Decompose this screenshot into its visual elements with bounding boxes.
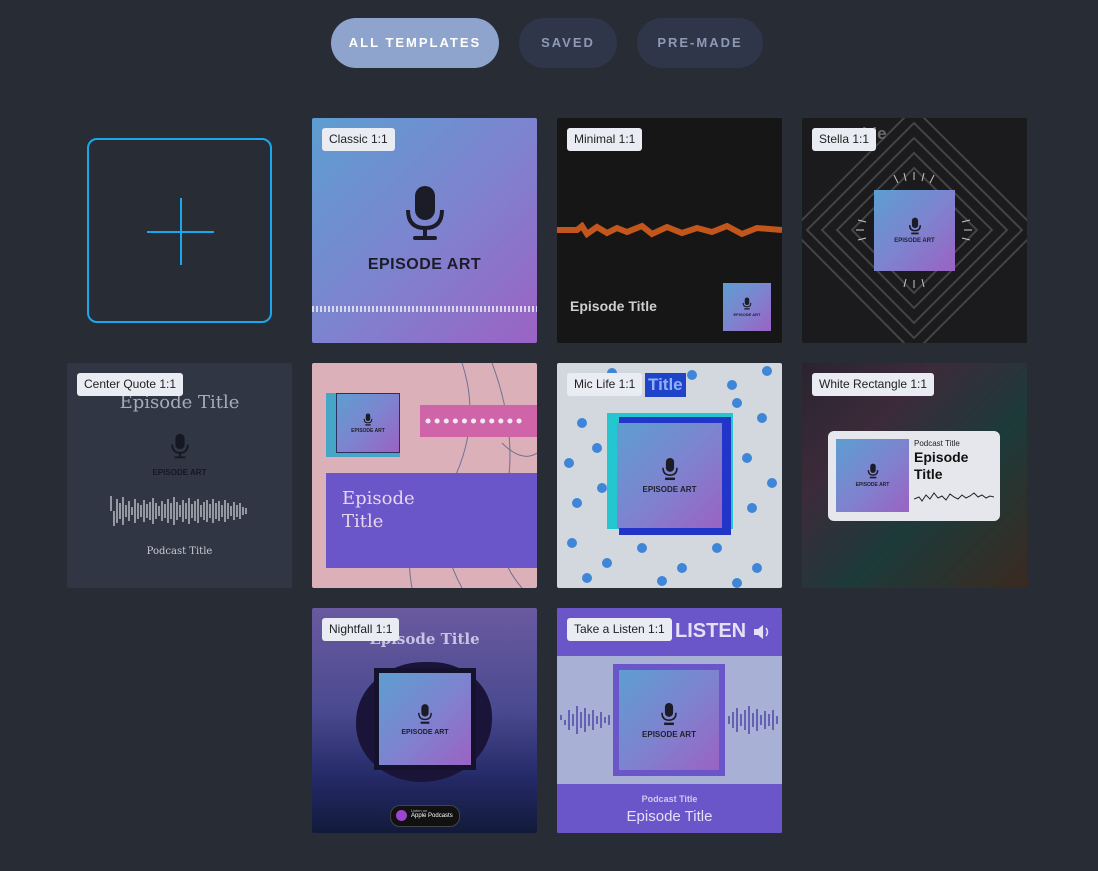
tab-saved[interactable]: SAVED bbox=[519, 18, 617, 68]
episode-title: Episode Title bbox=[570, 298, 657, 314]
waveform bbox=[914, 492, 994, 502]
podcast-title: Podcast Title bbox=[641, 794, 698, 804]
waveform bbox=[312, 306, 537, 312]
microphone-icon bbox=[418, 703, 432, 724]
template-card-center-quote[interactable]: Center Quote 1:1 Episode Title EPISODE A… bbox=[67, 363, 292, 588]
badge-text: Apple Podcasts bbox=[411, 813, 453, 819]
episode-art-text: EPISODE ART bbox=[152, 468, 207, 477]
episode-art-thumb: EPISODE ART bbox=[836, 439, 909, 512]
episode-title-fragment: Title bbox=[645, 373, 686, 397]
template-card-white-rectangle[interactable]: White Rectangle 1:1 EPISODE ART Podcast … bbox=[802, 363, 1027, 588]
episode-art-text: EPISODE ART bbox=[894, 238, 935, 244]
episode-art-text: EPISODE ART bbox=[733, 312, 761, 317]
podcast-icon bbox=[396, 810, 407, 821]
new-template-button[interactable] bbox=[87, 138, 272, 323]
episode-title: Episode Title bbox=[914, 449, 969, 482]
speaker-icon bbox=[754, 625, 769, 639]
episode-art-text: EPISODE ART bbox=[855, 482, 890, 488]
template-card-take-a-listen[interactable]: LISTEN Take a Listen 1:1 EPISODE ART Pod… bbox=[557, 608, 782, 833]
microphone-icon bbox=[363, 412, 373, 426]
template-label: Classic 1:1 bbox=[322, 128, 395, 151]
episode-art-text: EPISODE ART bbox=[642, 729, 696, 739]
template-label: Center Quote 1:1 bbox=[77, 373, 184, 396]
apple-podcasts-badge: Listen on Apple Podcasts bbox=[390, 805, 460, 827]
template-card-stella[interactable]: itle Stella 1:1 EPISODE ART bbox=[802, 118, 1027, 343]
episode-art-text: EPISODE ART bbox=[401, 728, 449, 736]
microphone-icon bbox=[171, 433, 189, 459]
template-card-mic-life[interactable]: Title Mic Life 1:1 EPISODE ART bbox=[557, 363, 782, 588]
tab-all-templates[interactable]: ALL TEMPLATES bbox=[331, 18, 499, 68]
episode-title: Episode Title bbox=[626, 808, 713, 825]
microphone-icon bbox=[742, 297, 752, 310]
episode-art-thumb: EPISODE ART bbox=[336, 393, 400, 453]
template-label: Nightfall 1:1 bbox=[322, 618, 400, 641]
episode-art-thumb: EPISODE ART bbox=[723, 283, 771, 331]
plus-icon-bar bbox=[147, 231, 214, 233]
waveform bbox=[110, 496, 247, 526]
podcast-title: Podcast Title bbox=[914, 439, 960, 448]
episode-art-text: EPISODE ART bbox=[351, 427, 385, 434]
dot-row bbox=[425, 418, 523, 424]
podcast-title: Podcast Title bbox=[146, 546, 213, 557]
tab-pre-made[interactable]: PRE-MADE bbox=[637, 18, 763, 68]
listen-header: LISTEN bbox=[675, 620, 747, 642]
template-filter-tabs: ALL TEMPLATES SAVED PRE-MADE bbox=[0, 18, 1098, 68]
template-label: White Rectangle 1:1 bbox=[812, 373, 935, 396]
template-label: Mic Life 1:1 bbox=[567, 373, 643, 396]
episode-art-thumb: EPISODE ART bbox=[617, 423, 722, 528]
template-card-minimal[interactable]: Minimal 1:1 Episode Title EPISODE ART bbox=[557, 118, 782, 343]
template-label: Minimal 1:1 bbox=[567, 128, 643, 151]
waveform bbox=[557, 222, 782, 238]
episode-art-text: EPISODE ART bbox=[367, 256, 482, 273]
template-label: Stella 1:1 bbox=[812, 128, 877, 151]
episode-art-thumb: EPISODE ART bbox=[379, 673, 471, 765]
microphone-icon bbox=[661, 702, 677, 725]
template-card-make-shift[interactable]: EPISODE ART Episode Title bbox=[312, 363, 537, 588]
episode-art-thumb: EPISODE ART bbox=[619, 670, 719, 770]
episode-art-thumb: EPISODE ART bbox=[874, 190, 955, 271]
microphone-icon bbox=[867, 463, 878, 479]
microphone-icon bbox=[661, 457, 678, 481]
template-card-classic[interactable]: Classic 1:1 EPISODE ART bbox=[312, 118, 537, 343]
microphone-icon bbox=[908, 217, 921, 235]
episode-title: Episode Title bbox=[342, 488, 415, 532]
episode-art-text: EPISODE ART bbox=[642, 485, 697, 494]
microphone-icon bbox=[406, 186, 444, 240]
template-card-nightfall[interactable]: Episode Title Nightfall 1:1 EPISODE ART … bbox=[312, 608, 537, 833]
template-label: Take a Listen 1:1 bbox=[567, 618, 672, 641]
